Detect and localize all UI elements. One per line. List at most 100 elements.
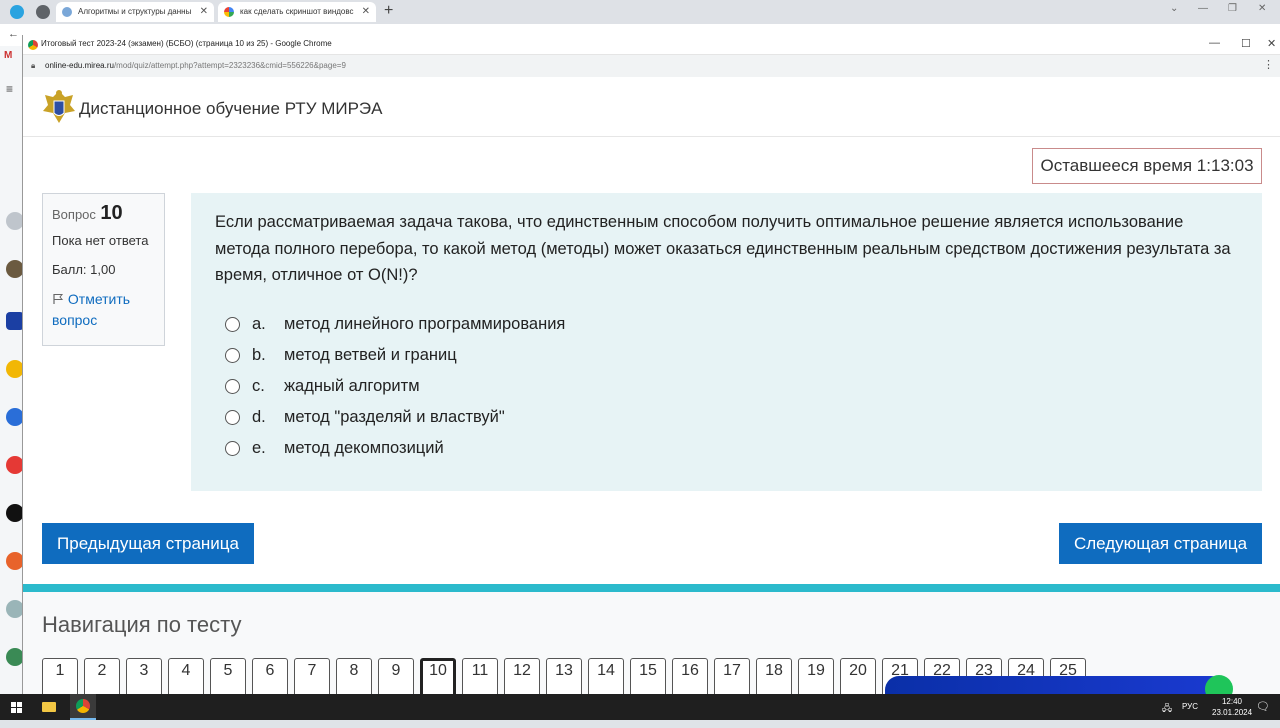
input-language[interactable]: РУС [1182, 702, 1198, 728]
question-info-panel: Вопрос 10 Пока нет ответа Балл: 1,00 Отм… [42, 193, 165, 346]
quiz-popup-window: Итоговый тест 2023-24 (экзамен) (БСБО) (… [22, 35, 1280, 694]
quiz-nav-page-button[interactable]: 1 [42, 658, 78, 694]
question-number: 10 [100, 202, 123, 224]
tab-site-icon [62, 7, 72, 17]
radio-button[interactable] [225, 347, 240, 363]
question-text: Если рассматриваемая задача такова, что … [215, 213, 1231, 284]
overlay-banner[interactable] [885, 676, 1225, 694]
answer-option-b[interactable]: b. метод ветвей и границ [215, 340, 1238, 371]
site-title[interactable]: Дистанционное обучение РТУ МИРЭА [79, 99, 383, 119]
quiz-nav-page-button[interactable]: 2 [84, 658, 120, 694]
lock-icon: 🔒︎ [31, 61, 36, 70]
chrome-taskbar-icon[interactable] [70, 694, 96, 720]
clock-time: 12:40 [1221, 697, 1243, 706]
answer-letter: e. [252, 438, 266, 457]
quiz-nav-page-button[interactable]: 4 [168, 658, 204, 694]
quiz-nav-page-button[interactable]: 5 [210, 658, 246, 694]
background-tab-algorithms[interactable]: Алгоритмы и структуры данны ✕ [56, 2, 214, 22]
answer-text: жадный алгоритм [284, 376, 420, 395]
telegram-icon[interactable] [10, 5, 24, 19]
tab-title: Алгоритмы и структуры данны [78, 7, 192, 16]
previous-page-button[interactable]: Предыдущая страница [42, 523, 254, 564]
flag-question-label: Отметить вопрос [52, 291, 131, 328]
close-icon[interactable]: ✕ [362, 2, 370, 22]
background-tab-bar: Алгоритмы и структуры данны ✕ как сделат… [0, 0, 1280, 24]
answer-letter: b. [252, 345, 266, 364]
quiz-nav-page-button[interactable]: 6 [252, 658, 288, 694]
quiz-nav-page-button[interactable]: 3 [126, 658, 162, 694]
answer-letter: c. [252, 376, 265, 395]
question-label: Вопрос [52, 207, 96, 222]
answer-option-c[interactable]: c. жадный алгоритм [215, 371, 1238, 402]
radio-button[interactable] [225, 440, 240, 456]
minimize-icon[interactable]: — [1209, 37, 1220, 49]
menu-icon[interactable]: ≡ [6, 82, 13, 96]
maximize-icon[interactable]: ☐ [1241, 37, 1251, 50]
background-tab-search[interactable]: как сделать скриншот виндовс ✕ [218, 2, 376, 22]
quiz-nav-page-button[interactable]: 11 [462, 658, 498, 694]
answer-options: a. метод линейного программирования b. м… [215, 309, 1238, 464]
answer-option-e[interactable]: e. метод декомпозиций [215, 433, 1238, 464]
tab-title: как сделать скриншот виндовс [240, 7, 354, 16]
quiz-nav-page-button[interactable]: 10 [420, 658, 456, 694]
answer-option-a[interactable]: a. метод линейного программирования [215, 309, 1238, 340]
quiz-nav-page-button[interactable]: 14 [588, 658, 624, 694]
windows-taskbar: 🖧︎ РУС 12:40 23.01.2024 🗨︎ [0, 694, 1280, 720]
close-window-icon[interactable]: ✕ [1267, 37, 1276, 50]
more-menu-icon[interactable]: ⋮ [1263, 58, 1274, 71]
flag-question-link[interactable]: Отметить вопрос [52, 289, 155, 331]
quiz-nav-page-button[interactable]: 16 [672, 658, 708, 694]
file-explorer-icon[interactable] [40, 694, 58, 720]
quiz-nav-page-button[interactable]: 9 [378, 658, 414, 694]
window-title: Итоговый тест 2023-24 (экзамен) (БСБО) (… [41, 39, 332, 48]
back-arrow-icon[interactable]: ← [8, 28, 19, 40]
flag-icon [53, 294, 64, 304]
close-window-icon[interactable]: ✕ [1258, 3, 1266, 14]
background-sidebar: M ≡ [0, 46, 24, 694]
popup-title-bar: Итоговый тест 2023-24 (экзамен) (БСБО) (… [23, 35, 1280, 55]
notifications-icon[interactable]: 🗨︎ [1256, 700, 1270, 726]
answer-letter: a. [252, 314, 266, 333]
section-divider [23, 584, 1280, 592]
quiz-nav-page-button[interactable]: 15 [630, 658, 666, 694]
answer-text: метод декомпозиций [284, 438, 444, 457]
network-icon[interactable]: 🖧︎ [1162, 701, 1172, 727]
chrome-icon [28, 40, 38, 50]
minimize-icon[interactable]: — [1198, 3, 1208, 14]
close-icon[interactable]: ✕ [200, 2, 208, 22]
quiz-nav-page-button[interactable]: 8 [336, 658, 372, 694]
answer-status: Пока нет ответа [52, 233, 149, 248]
popup-address-bar[interactable]: 🔒︎ online-edu.mirea.ru/mod/quiz/attempt.… [23, 55, 1280, 77]
clock-date: 23.01.2024 [1212, 708, 1253, 717]
quiz-nav-page-button[interactable]: 7 [294, 658, 330, 694]
question-grade: Балл: 1,00 [52, 262, 116, 277]
new-tab-plus-icon[interactable]: + [384, 2, 393, 20]
answer-option-d[interactable]: d. метод "разделяй и властвуй" [215, 402, 1238, 433]
clock[interactable]: 12:40 23.01.2024 [1212, 696, 1252, 722]
google-icon [224, 7, 234, 17]
quiz-nav-page-button[interactable]: 20 [840, 658, 876, 694]
mirea-emblem-icon[interactable] [41, 87, 77, 127]
windows-start-icon[interactable] [6, 694, 26, 720]
site-header: Дистанционное обучение РТУ МИРЭА [23, 77, 1280, 137]
quiz-nav-page-button[interactable]: 13 [546, 658, 582, 694]
answer-letter: d. [252, 407, 266, 426]
gmail-icon[interactable]: M [4, 50, 12, 61]
quiz-nav-page-button[interactable]: 17 [714, 658, 750, 694]
answer-text: метод "разделяй и властвуй" [284, 407, 505, 426]
radio-button[interactable] [225, 409, 240, 425]
quiz-nav-page-button[interactable]: 18 [756, 658, 792, 694]
radio-button[interactable] [225, 378, 240, 394]
answer-text: метод ветвей и границ [284, 345, 457, 364]
quiz-navigation-title: Навигация по тесту [42, 612, 242, 637]
quiz-nav-page-button[interactable]: 12 [504, 658, 540, 694]
answer-text: метод линейного программирования [284, 314, 566, 333]
chevron-down-icon[interactable]: ⌄ [1170, 3, 1178, 14]
next-page-button[interactable]: Следующая страница [1059, 523, 1262, 564]
question-box: Если рассматриваемая задача такова, что … [191, 193, 1262, 491]
restore-icon[interactable]: ❐ [1228, 3, 1237, 14]
quiz-nav-page-button[interactable]: 19 [798, 658, 834, 694]
time-remaining: Оставшееся время 1:13:03 [1032, 148, 1262, 184]
globe-icon[interactable] [36, 5, 50, 19]
radio-button[interactable] [225, 316, 240, 332]
